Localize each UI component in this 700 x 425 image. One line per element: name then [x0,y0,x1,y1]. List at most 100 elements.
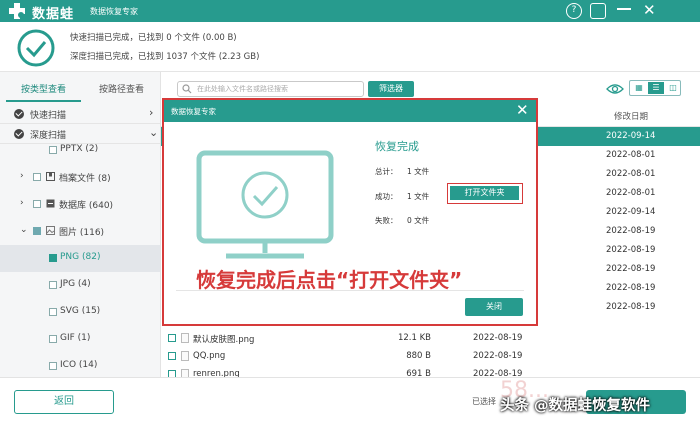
fail-stat: 失败： 0 文件 [375,215,429,226]
tree-item-jpg[interactable]: JPG (4) [0,272,160,299]
file-size: 12.1 KB [397,333,431,343]
view-mode-switch: ▦ ☰ ◫ [629,80,681,96]
chevron-right-icon[interactable]: › [20,198,24,208]
minimize-icon[interactable] [617,8,631,10]
chevron-right-icon[interactable]: › [20,171,24,181]
total-stat: 总计： 1 文件 [375,166,429,177]
row-date: 2022-08-19 [606,245,656,255]
chevron-right-icon[interactable]: › [149,106,153,119]
help-icon[interactable]: ? [566,3,582,19]
frog-logo-icon [9,3,25,19]
total-label: 总计： [375,167,398,176]
search-icon [182,84,192,94]
eye-icon[interactable] [606,80,624,98]
annotation-text: 恢复完成后点击“打开文件夹” [196,268,463,292]
restore-icon[interactable] [590,3,606,19]
tree-item-database[interactable]: › 数据库 (640) [0,191,160,218]
total-value: 1 文件 [407,167,430,176]
file-icon [181,333,189,343]
row-date: 2022-08-19 [606,264,656,274]
open-folder-button[interactable]: 打开文件夹 [450,186,519,200]
watermark-text: 头条 @数据蛙恢复软件 [500,398,651,414]
file-name: 默认皮肤图.png [193,335,255,345]
tree-item-label: ICO (14) [60,360,98,370]
divider [176,290,524,291]
list-view-icon[interactable]: ☰ [648,82,664,94]
row-date: 2022-08-19 [606,226,656,236]
recovery-complete-dialog: 数据恢复专家 ✕ 恢复完成 总计： 1 文件 成功： 1 文件 失败： 0 文件… [162,98,538,326]
column-modified-date[interactable]: 修改日期 [614,110,648,122]
filter-button[interactable]: 筛选器 [368,81,414,97]
checkbox-partial[interactable] [33,227,41,235]
quick-scan-label: 快速扫描 [30,111,67,121]
success-stat: 成功： 1 文件 [375,191,429,202]
quick-scan-item[interactable]: 快速扫描 › [0,104,160,124]
table-row[interactable]: QQ.png 880 B 2022-08-19 [161,347,700,366]
success-label: 成功： [375,192,398,201]
search-placeholder: 在此处输入文件名或路径搜索 [197,85,288,93]
tree-item-label: JPG (4) [60,279,91,289]
row-date: 2022-09-14 [606,207,656,217]
fail-label: 失败： [375,216,398,225]
row-date: 2022-08-01 [606,150,656,160]
row-date: 2022-08-01 [606,169,656,179]
app-subtitle: 数据恢复专家 [90,7,138,16]
tree-item-label: SVG (15) [60,306,101,316]
tree-item-label: 档案文件 (8) [59,174,111,184]
tree-item-png[interactable]: PNG (82) [0,245,160,272]
app-brand: 数据蛙 [32,7,75,22]
deep-scan-status: 深度扫描已完成，已找到 1037 个文件 (2.23 GB) [70,52,260,62]
title-bar: 数据蛙 数据恢复专家 ? ✕ [0,0,700,22]
back-button[interactable]: 返回 [14,390,114,414]
checkbox[interactable] [49,281,57,289]
checkbox[interactable] [49,308,57,316]
image-icon [46,226,55,235]
tree-item-label: 数据库 (640) [59,201,114,211]
tree-item-gif[interactable]: GIF (1) [0,326,160,353]
checkbox[interactable] [49,254,57,262]
checkbox[interactable] [49,362,57,370]
row-checkbox[interactable] [168,352,176,360]
checkbox[interactable] [33,173,41,181]
checkbox[interactable] [49,335,57,343]
checked-dot-icon [14,109,24,119]
file-icon [181,351,189,361]
tree-item-label: 图片 (116) [59,228,105,238]
tree-item-label: PPTX (2) [60,144,99,154]
tree-item-archives[interactable]: › 档案文件 (8) [0,164,160,191]
dialog-close-icon[interactable]: ✕ [516,101,529,119]
selected-count: 已选择 [472,397,496,406]
tree-item-images[interactable]: ⌄ 图片 (116) [0,218,160,245]
row-date: 2022-08-19 [606,283,656,293]
tab-by-path[interactable]: 按路径查看 [84,80,159,102]
monitor-check-icon [196,150,334,259]
row-date: 2022-08-01 [606,188,656,198]
grid-view-icon[interactable]: ▦ [631,82,647,94]
checkbox[interactable] [33,200,41,208]
checkbox[interactable] [49,146,57,154]
chevron-down-icon[interactable]: ⌄ [20,225,28,235]
tree-item-ico[interactable]: ICO (14) [0,353,160,377]
tree-item-pptx[interactable]: PPTX (2) [0,137,160,164]
dialog-close-button[interactable]: 关闭 [465,298,523,316]
row-date: 2022-09-14 [606,131,656,141]
scan-status: 快速扫描已完成，已找到 0 个文件 (0.00 B) 深度扫描已完成，已找到 1… [0,22,700,72]
success-value: 1 文件 [407,192,430,201]
table-row[interactable]: 默认皮肤图.png 12.1 KB 2022-08-19 [161,329,700,348]
tab-by-type[interactable]: 按类型查看 [6,80,81,102]
row-checkbox[interactable] [168,334,176,342]
tree-item-label: GIF (1) [60,333,91,343]
tree-item-svg[interactable]: SVG (15) [0,299,160,326]
file-date: 2022-08-19 [473,333,523,343]
sidebar: 按类型查看 按路径查看 快速扫描 › 深度扫描 ⌄ PPTX (2) › 档案文… [0,72,161,377]
file-name: QQ.png [193,351,226,361]
fail-value: 0 文件 [407,216,430,225]
tree-item-label: PNG (82) [60,252,101,262]
preview-view-icon[interactable]: ◫ [665,82,681,94]
close-icon[interactable]: ✕ [643,1,656,19]
search-input[interactable]: 在此处输入文件名或路径搜索 [177,81,364,97]
quick-scan-status: 快速扫描已完成，已找到 0 个文件 (0.00 B) [70,33,237,43]
dialog-title: 数据恢复专家 [171,107,216,116]
dialog-title-bar: 数据恢复专家 ✕ [164,100,536,122]
archive-icon [46,172,55,181]
